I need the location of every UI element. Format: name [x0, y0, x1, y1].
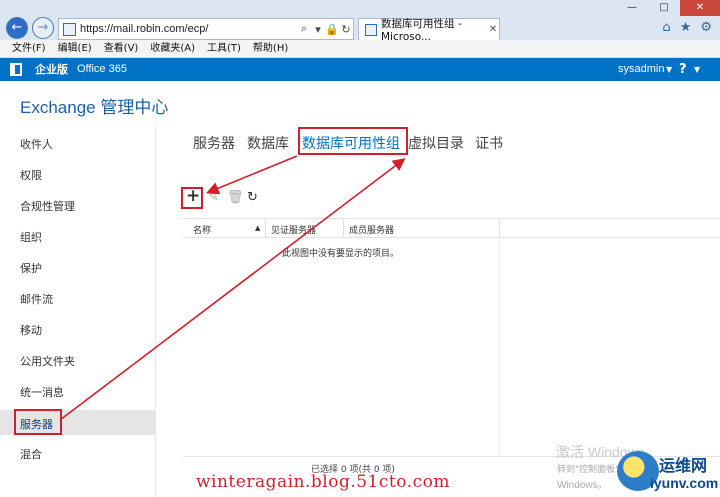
office-logo-icon[interactable] — [10, 63, 22, 76]
sidebar-item-unified-messaging[interactable]: 统一消息 — [20, 384, 64, 400]
sidebar-item-public-folders[interactable]: 公用文件夹 — [20, 353, 75, 369]
sidebar-item-compliance[interactable]: 合规性管理 — [20, 198, 75, 214]
chevron-down-icon[interactable]: ▼ — [666, 58, 672, 81]
menu-help[interactable]: 帮助(H) — [253, 40, 288, 57]
grid-header: 名称 ▲ 见证服务器 成员服务器 — [183, 218, 720, 238]
details-pane-divider — [499, 238, 500, 457]
o365-bar: 企业版 Office 365 sysadmin ▼ ? ▼ — [0, 58, 720, 81]
sidebar-item-mailflow[interactable]: 邮件流 — [20, 291, 53, 307]
tab-certificates[interactable]: 证书 — [475, 133, 503, 153]
browser-titlebar: — □ ✕ ← → https://mail.robin.com/ecp/ ⌕ … — [0, 0, 720, 43]
help-button[interactable]: ? — [679, 58, 687, 81]
menu-file[interactable]: 文件(F) — [12, 40, 46, 57]
sidebar-item-mobile[interactable]: 移动 — [20, 322, 42, 338]
tab-title: 数据库可用性组 - Microso... — [381, 18, 462, 43]
sidebar: 收件人 权限 合规性管理 组织 保护 邮件流 移动 公用文件夹 统一消息 服务器… — [0, 126, 156, 497]
window-controls: — □ ✕ — [616, 0, 720, 16]
annotation-box-dag-tab — [298, 127, 408, 155]
close-button[interactable]: ✕ — [680, 0, 720, 16]
help-chevron-down-icon[interactable]: ▼ — [694, 58, 700, 81]
watermark-brand: 运维网 — [659, 456, 708, 475]
empty-list-message: 此视图中没有要显示的项目。 — [282, 249, 400, 259]
annotation-box-servers — [14, 409, 62, 435]
page-icon — [63, 22, 76, 36]
column-divider — [499, 219, 500, 237]
sidebar-item-protection[interactable]: 保护 — [20, 260, 42, 276]
user-menu[interactable]: sysadmin — [618, 58, 664, 81]
refresh-page-icon[interactable]: ↻ — [339, 23, 353, 36]
address-bar[interactable]: https://mail.robin.com/ecp/ ⌕ ▾ 🔒 ↻ — [58, 18, 354, 40]
lock-icon[interactable]: 🔒 — [325, 23, 339, 36]
column-divider — [265, 219, 266, 237]
search-icon[interactable]: ⌕ — [297, 23, 311, 36]
browser-menubar: 文件(F) 编辑(E) 查看(V) 收藏夹(A) 工具(T) 帮助(H) — [0, 40, 720, 58]
forward-button[interactable]: → — [32, 17, 54, 39]
edit-icon[interactable]: ✎ — [208, 190, 219, 205]
edition-link[interactable]: 企业版 — [35, 58, 68, 81]
refresh-icon[interactable]: ↻ — [247, 190, 258, 205]
browser-tab[interactable]: 数据库可用性组 - Microso... ✕ — [358, 18, 500, 43]
menu-favorites[interactable]: 收藏夹(A) — [150, 40, 195, 57]
tab-servers[interactable]: 服务器 — [193, 133, 235, 153]
sidebar-item-organization[interactable]: 组织 — [20, 229, 42, 245]
delete-icon[interactable]: 🗑 — [227, 190, 244, 205]
column-divider — [343, 219, 344, 237]
settings-gear-icon[interactable]: ⚙ — [700, 20, 712, 35]
dropdown-icon[interactable]: ▾ — [311, 23, 325, 36]
watermark-domain: iyunv.com — [650, 475, 719, 491]
activate-windows-line3: Windows。 — [557, 480, 608, 491]
tab-close-icon[interactable]: ✕ — [487, 24, 499, 35]
browser-tools: ⌂ ★ ⚙ — [662, 20, 712, 35]
blog-watermark: winteragain.blog.51cto.com — [196, 472, 450, 492]
office365-link[interactable]: Office 365 — [77, 58, 127, 81]
menu-edit[interactable]: 编辑(E) — [58, 40, 92, 57]
sidebar-item-recipients[interactable]: 收件人 — [20, 136, 53, 152]
column-member-servers[interactable]: 成员服务器 — [349, 223, 394, 236]
annotation-box-add-button — [181, 187, 203, 209]
back-button[interactable]: ← — [6, 17, 28, 39]
arrow-to-add-button — [206, 155, 298, 195]
sort-asc-icon[interactable]: ▲ — [255, 224, 260, 232]
sidebar-item-hybrid[interactable]: 混合 — [20, 446, 42, 462]
sidebar-item-permissions[interactable]: 权限 — [20, 167, 42, 183]
column-name[interactable]: 名称 — [193, 223, 211, 236]
menu-tools[interactable]: 工具(T) — [207, 40, 241, 57]
home-icon[interactable]: ⌂ — [662, 20, 670, 35]
favorites-star-icon[interactable]: ★ — [680, 20, 692, 35]
page-title: Exchange 管理中心 — [20, 98, 169, 117]
tab-virtual-directories[interactable]: 虚拟目录 — [408, 133, 464, 153]
tab-page-icon — [365, 23, 377, 36]
address-url[interactable]: https://mail.robin.com/ecp/ — [80, 23, 297, 35]
maximize-button[interactable]: □ — [648, 0, 680, 16]
column-witness-server[interactable]: 见证服务器 — [271, 223, 316, 236]
minimize-button[interactable]: — — [616, 0, 648, 16]
menu-view[interactable]: 查看(V) — [104, 40, 139, 57]
tab-databases[interactable]: 数据库 — [247, 133, 289, 153]
